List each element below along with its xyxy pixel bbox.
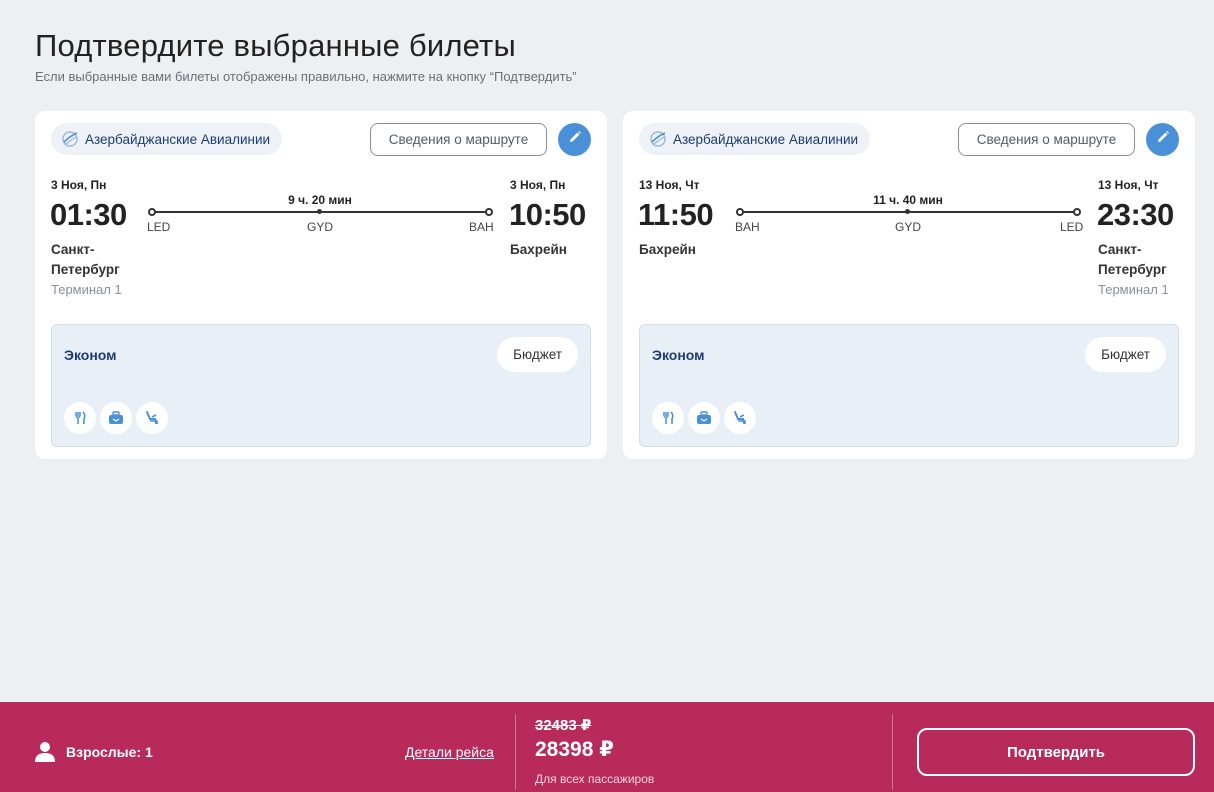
pencil-icon (1156, 130, 1170, 149)
airline-name: Азербайджанские Авиалинии (85, 131, 271, 147)
arrival-date: 3 Ноя, Пн (510, 178, 566, 192)
confirm-button[interactable]: Подтвердить (917, 728, 1195, 776)
meal-icon[interactable] (652, 402, 684, 434)
flight-details-link[interactable]: Детали рейса (405, 744, 494, 760)
arrival-terminal: Терминал 1 (1098, 282, 1169, 297)
fare-box[interactable]: Эконом Бюджет (51, 324, 591, 447)
divider (892, 714, 893, 790)
seat-icon[interactable] (724, 402, 756, 434)
airline-logo-icon (649, 130, 667, 148)
fare-tag[interactable]: Бюджет (1085, 337, 1166, 372)
flight-duration: 11 ч. 40 мин (873, 193, 943, 207)
meal-icon[interactable] (64, 402, 96, 434)
fare-tag[interactable]: Бюджет (497, 337, 578, 372)
seat-icon[interactable] (136, 402, 168, 434)
baggage-icon[interactable] (688, 402, 720, 434)
origin-code: BAH (735, 220, 760, 234)
airline-chip: Азербайджанские Авиалинии (51, 123, 283, 155)
arrival-date: 13 Ноя, Чт (1098, 178, 1159, 192)
arrival-city: Санкт-Петербург (1098, 242, 1167, 277)
arrival-time: 23:30 (1097, 197, 1174, 232)
route-details-button[interactable]: Сведения о маршруте (370, 123, 547, 156)
booking-footer: Взрослые: 1 Детали рейса 32483 ₽ 28398 ₽… (0, 702, 1214, 792)
fare-box[interactable]: Эконом Бюджет (639, 324, 1179, 447)
flight-timeline (148, 208, 493, 216)
flight-timeline (736, 208, 1081, 216)
departure-city: Санкт-Петербург (51, 242, 120, 277)
route-details-button[interactable]: Сведения о маршруте (958, 123, 1135, 156)
fare-class: Эконом (652, 347, 705, 363)
stop-code: GYD (307, 220, 334, 234)
departure-terminal: Терминал 1 (51, 282, 122, 297)
timeline-end-dot (1073, 208, 1081, 216)
edit-button[interactable] (558, 123, 591, 156)
baggage-icon[interactable] (100, 402, 132, 434)
fare-class: Эконом (64, 347, 117, 363)
timeline-start-dot (148, 208, 156, 216)
flight-duration: 9 ч. 20 мин (288, 193, 352, 207)
airline-chip: Азербайджанские Авиалинии (639, 123, 871, 155)
departure-date: 3 Ноя, Пн (51, 178, 107, 192)
divider (515, 714, 516, 790)
pencil-icon (568, 130, 582, 149)
price-note: Для всех пассажиров (535, 772, 655, 786)
timeline-stop-dot (905, 209, 910, 214)
origin-code: LED (147, 220, 171, 234)
timeline-stop-dot (317, 209, 322, 214)
edit-button[interactable] (1146, 123, 1179, 156)
airline-name: Азербайджанские Авиалинии (673, 131, 859, 147)
arrival-city: Бахрейн (510, 242, 567, 257)
departure-city: Бахрейн (639, 242, 696, 257)
timeline-start-dot (736, 208, 744, 216)
departure-time: 11:50 (638, 197, 714, 232)
departure-time: 01:30 (50, 197, 127, 232)
departure-date: 13 Ноя, Чт (639, 178, 700, 192)
old-price: 32483 ₽ (535, 717, 592, 734)
page-subtitle: Если выбранные вами билеты отображены пр… (35, 69, 577, 84)
person-icon (35, 741, 55, 767)
arrival-time: 10:50 (509, 197, 586, 232)
stop-code: GYD (895, 220, 922, 234)
passengers-count[interactable]: Взрослые: 1 (66, 744, 153, 760)
airline-logo-icon (61, 130, 79, 148)
total-price: 28398 ₽ (535, 738, 614, 761)
destination-code: BAH (469, 220, 494, 234)
page-title: Подтвердите выбранные билеты (35, 28, 516, 63)
flight-card-outbound: Азербайджанские Авиалинии Сведения о мар… (35, 111, 607, 459)
flight-card-return: Азербайджанские Авиалинии Сведения о мар… (623, 111, 1195, 459)
destination-code: LED (1060, 220, 1084, 234)
timeline-end-dot (485, 208, 493, 216)
